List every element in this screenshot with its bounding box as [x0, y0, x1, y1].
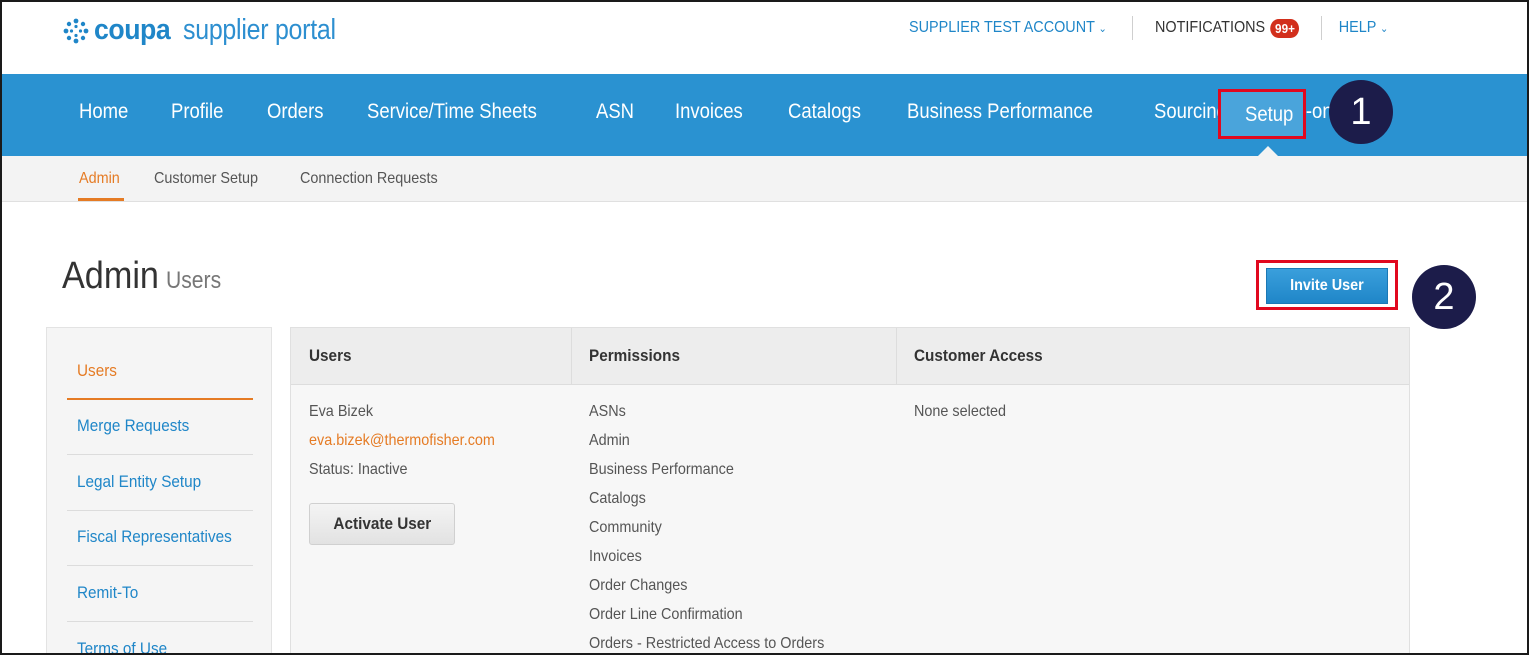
account-menu[interactable]: SUPPLIER TEST ACCOUNT ⌄: [909, 19, 1107, 37]
permission-item: Order Line Confirmation: [589, 606, 743, 623]
invite-user-label: Invite User: [1290, 277, 1364, 294]
subnav-admin[interactable]: Admin: [79, 170, 120, 188]
sidebar-active-indicator: [67, 398, 253, 400]
nav-home[interactable]: Home: [79, 100, 128, 124]
nav-profile[interactable]: Profile: [171, 100, 223, 124]
permission-item: Admin: [589, 432, 630, 449]
nav-business-performance[interactable]: Business Performance: [907, 100, 1093, 124]
page-title-main: Admin: [62, 255, 159, 297]
activate-user-button[interactable]: Activate User: [309, 503, 455, 545]
permission-item: Invoices: [589, 548, 642, 565]
invite-user-button[interactable]: Invite User: [1266, 268, 1388, 304]
logo-coupa-text: coupa: [94, 14, 171, 46]
sidebar-divider: [67, 510, 253, 511]
coupa-logo-icon: [63, 18, 89, 43]
user-email-link[interactable]: eva.bizek@thermofisher.com: [309, 432, 495, 450]
main-nav-items: Home Profile Orders Service/Time Sheets …: [79, 100, 1387, 124]
nav-setup-label: Setup: [1245, 103, 1294, 126]
nav-sourcing[interactable]: Sourcing: [1154, 100, 1227, 124]
user-status: Status: Inactive: [309, 461, 408, 478]
invite-user-highlight: Invite User: [1256, 260, 1398, 310]
sidebar-item-remit-to[interactable]: Remit-To: [77, 583, 138, 603]
admin-sidebar: Users Merge Requests Legal Entity Setup …: [46, 327, 272, 653]
permission-item: Catalogs: [589, 490, 646, 507]
col-divider: [571, 328, 572, 385]
sidebar-item-users[interactable]: Users: [77, 361, 117, 381]
sidebar-divider: [67, 565, 253, 566]
page-title: Admin Users: [62, 255, 228, 298]
header-divider: [1131, 16, 1133, 40]
sidebar-item-legal-entity-setup[interactable]: Legal Entity Setup: [77, 472, 201, 492]
permission-item: ASNs: [589, 403, 626, 420]
header-divider: [1320, 16, 1322, 40]
step-marker-1: 1: [1329, 80, 1393, 144]
subnav-active-indicator: [78, 198, 124, 201]
nav-catalogs[interactable]: Catalogs: [788, 100, 861, 124]
col-header-customer-access[interactable]: Customer Access: [914, 346, 1043, 366]
customer-access-value: None selected: [914, 403, 1007, 420]
coupa-logo[interactable]: coupa supplier portal: [62, 14, 361, 47]
subnav-customer-setup[interactable]: Customer Setup: [154, 170, 258, 188]
nav-invoices[interactable]: Invoices: [675, 100, 743, 124]
nav-setup[interactable]: Setup: [1218, 89, 1306, 139]
chevron-down-icon: ⌄: [1379, 22, 1389, 35]
notifications-link[interactable]: NOTIFICATIONS 99+: [1154, 18, 1299, 38]
sidebar-divider: [67, 621, 253, 622]
nav-service-time-sheets[interactable]: Service/Time Sheets: [367, 100, 537, 124]
users-table: Users Permissions Customer Access Eva Bi…: [290, 327, 1410, 653]
sidebar-item-merge-requests[interactable]: Merge Requests: [77, 416, 189, 436]
subnav-connection-requests[interactable]: Connection Requests: [300, 170, 438, 188]
activate-user-label: Activate User: [333, 514, 431, 533]
sidebar-divider: [67, 454, 253, 455]
sidebar-item-terms-of-use[interactable]: Terms of Use: [77, 639, 167, 653]
sidebar-item-fiscal-representatives[interactable]: Fiscal Representatives: [77, 527, 232, 547]
nav-orders[interactable]: Orders: [267, 100, 323, 124]
logo-portal-text: supplier portal: [182, 14, 336, 46]
account-label: SUPPLIER TEST ACCOUNT: [908, 19, 1095, 36]
chevron-down-icon: ⌄: [1098, 22, 1107, 35]
help-menu[interactable]: HELP ⌄: [1339, 19, 1389, 37]
step-marker-2: 2: [1412, 265, 1476, 329]
sub-nav-items: Admin Customer Setup Connection Requests: [79, 170, 483, 188]
notifications-label: NOTIFICATIONS: [1154, 19, 1265, 36]
top-header: coupa supplier portal SUPPLIER TEST ACCO…: [2, 2, 1527, 74]
permission-item: Orders - Restricted Access to Orders: [589, 635, 825, 652]
col-header-permissions[interactable]: Permissions: [589, 346, 680, 366]
page-title-sub: Users: [165, 267, 221, 294]
user-name: Eva Bizek: [309, 403, 374, 420]
col-divider: [896, 328, 897, 385]
table-header: Users Permissions Customer Access: [291, 328, 1409, 385]
permission-item: Business Performance: [589, 461, 734, 478]
permission-item: Community: [589, 519, 662, 536]
col-header-users[interactable]: Users: [309, 346, 352, 366]
app-window: coupa supplier portal SUPPLIER TEST ACCO…: [0, 0, 1529, 655]
notifications-badge: 99+: [1270, 18, 1299, 38]
help-label: HELP: [1338, 19, 1377, 36]
active-nav-caret: [1258, 146, 1278, 156]
header-links: SUPPLIER TEST ACCOUNT ⌄ NOTIFICATIONS 99…: [898, 16, 1391, 40]
permission-item: Order Changes: [589, 577, 688, 594]
sub-nav: Admin Customer Setup Connection Requests: [2, 156, 1527, 202]
nav-asn[interactable]: ASN: [596, 100, 634, 124]
